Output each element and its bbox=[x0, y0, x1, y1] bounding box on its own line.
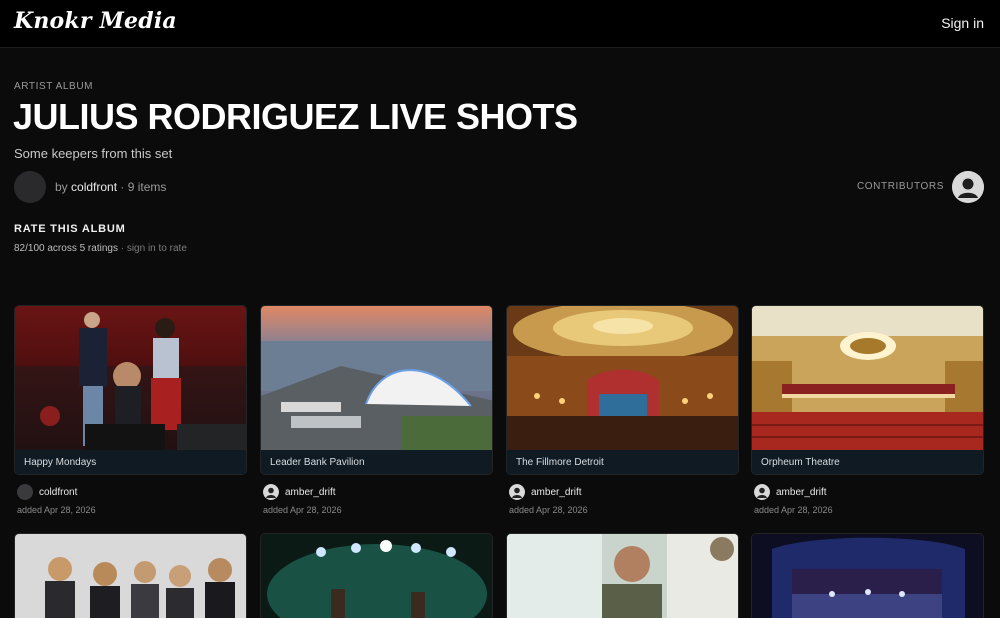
photo-card[interactable] bbox=[506, 533, 739, 618]
photo-card[interactable] bbox=[14, 533, 247, 618]
user-avatar[interactable] bbox=[17, 484, 33, 500]
uploader-name[interactable]: amber_drift bbox=[531, 487, 582, 498]
photo-caption: Orpheum Theatre bbox=[761, 457, 840, 468]
sign-in-to-rate-link[interactable]: · sign in to rate bbox=[118, 243, 187, 254]
album-subtitle: Some keepers from this set bbox=[14, 146, 173, 161]
owner-link[interactable]: coldfront bbox=[71, 180, 117, 194]
sign-in-link[interactable]: Sign in bbox=[941, 15, 984, 31]
photo-portrait[interactable] bbox=[507, 534, 739, 618]
photo-card[interactable]: Orpheum Theatre bbox=[751, 305, 984, 475]
added-date: added Apr 28, 2026 bbox=[263, 505, 342, 515]
photo-band-group[interactable] bbox=[15, 534, 247, 618]
caption-bar: The Fillmore Detroit bbox=[507, 450, 738, 474]
photo-happy-mondays[interactable] bbox=[15, 306, 246, 450]
caption-bar: Happy Mondays bbox=[15, 450, 246, 474]
added-date: added Apr 28, 2026 bbox=[509, 505, 588, 515]
user-icon bbox=[509, 484, 525, 500]
user-icon bbox=[952, 171, 984, 203]
photo-stage-lights[interactable] bbox=[261, 534, 493, 618]
rating-score: 82/100 across 5 ratings bbox=[14, 243, 118, 254]
top-nav: Knokr Media Sign in bbox=[0, 0, 1000, 48]
caption-bar: Leader Bank Pavilion bbox=[261, 450, 492, 474]
photo-card[interactable]: Happy Mondays bbox=[14, 305, 247, 475]
album-type-label: ARTIST ALBUM bbox=[14, 81, 94, 92]
photo-fillmore-detroit[interactable] bbox=[507, 306, 738, 450]
photo-card[interactable]: The Fillmore Detroit bbox=[506, 305, 739, 475]
rating-summary: 82/100 across 5 ratings · sign in to rat… bbox=[14, 243, 187, 254]
user-avatar[interactable] bbox=[754, 484, 770, 500]
user-icon bbox=[754, 484, 770, 500]
card-meta: amber_drift added Apr 28, 2026 bbox=[506, 478, 739, 518]
caption-bar: Orpheum Theatre bbox=[752, 450, 983, 474]
card-meta: coldfront added Apr 28, 2026 bbox=[14, 478, 247, 518]
card-meta: amber_drift added Apr 28, 2026 bbox=[260, 478, 493, 518]
rate-heading: RATE THIS ALBUM bbox=[14, 223, 126, 235]
added-date: added Apr 28, 2026 bbox=[754, 505, 833, 515]
user-icon bbox=[263, 484, 279, 500]
photo-caption: Happy Mondays bbox=[24, 457, 97, 468]
contributors-label: CONTRIBUTORS bbox=[856, 181, 944, 192]
card-meta: amber_drift added Apr 28, 2026 bbox=[751, 478, 984, 518]
user-avatar[interactable] bbox=[509, 484, 525, 500]
photo-caption: The Fillmore Detroit bbox=[516, 457, 604, 468]
uploader-name[interactable]: coldfront bbox=[39, 487, 77, 498]
user-avatar[interactable] bbox=[263, 484, 279, 500]
photo-orpheum-theatre[interactable] bbox=[752, 306, 983, 450]
site-logo[interactable]: Knokr Media bbox=[14, 8, 177, 34]
photo-leader-bank-pavilion[interactable] bbox=[261, 306, 492, 450]
uploader-name[interactable]: amber_drift bbox=[285, 487, 336, 498]
photo-card[interactable]: Leader Bank Pavilion bbox=[260, 305, 493, 475]
photo-card[interactable] bbox=[751, 533, 984, 618]
album-meta: by coldfront · 9 items bbox=[55, 180, 166, 194]
photo-card[interactable] bbox=[260, 533, 493, 618]
added-date: added Apr 28, 2026 bbox=[17, 505, 96, 515]
photo-caption: Leader Bank Pavilion bbox=[270, 457, 365, 468]
uploader-name[interactable]: amber_drift bbox=[776, 487, 827, 498]
by-prefix: by bbox=[55, 180, 72, 194]
album-title: JULIUS RODRIGUEZ LIVE SHOTS bbox=[13, 96, 578, 137]
item-count: · 9 items bbox=[117, 180, 167, 194]
contributor-avatar[interactable] bbox=[952, 171, 984, 203]
owner-avatar[interactable] bbox=[14, 171, 46, 203]
photo-theater-stage[interactable] bbox=[752, 534, 984, 618]
